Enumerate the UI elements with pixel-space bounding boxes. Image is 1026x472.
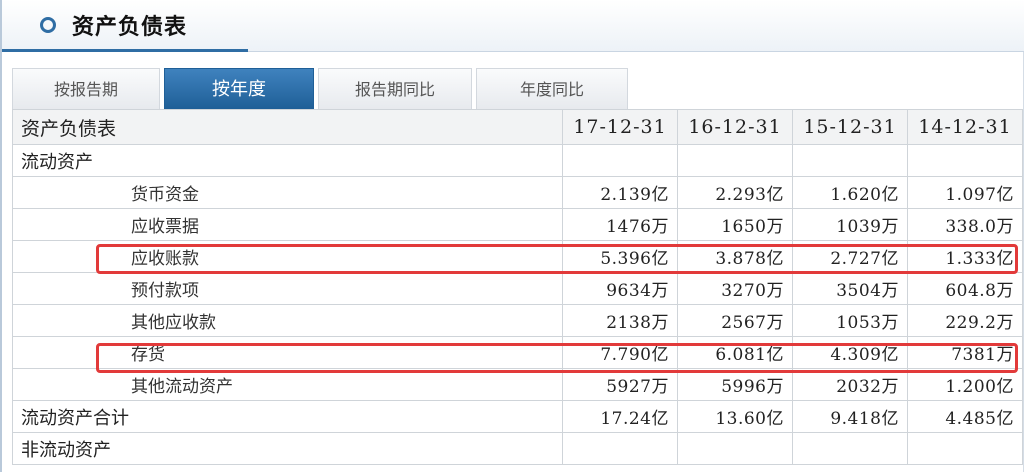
value-cell: 3270万 <box>677 272 793 305</box>
value-cell: 5.396亿 <box>562 240 678 273</box>
value-cell: 7381万 <box>907 336 1023 369</box>
title-underline <box>2 49 248 52</box>
header-label: 资产负债表 <box>12 109 563 145</box>
value-cell: 6.081亿 <box>677 336 793 369</box>
value-cell: 1650万 <box>677 208 793 241</box>
tab-by-report-period[interactable]: 按报告期 <box>12 68 160 109</box>
row-label: 存货 <box>12 336 563 369</box>
table-header-row: 资产负债表 17-12-31 16-12-31 15-12-31 14-12-3… <box>12 109 1023 145</box>
value-cell: 13.60亿 <box>677 400 793 433</box>
value-cell: 7.790亿 <box>562 336 678 369</box>
tab-report-period-yoy[interactable]: 报告期同比 <box>318 68 472 109</box>
value-cell <box>907 432 1023 465</box>
tab-annual-yoy[interactable]: 年度同比 <box>476 68 628 109</box>
value-cell: 4.485亿 <box>907 400 1023 433</box>
table-row: 流动资产合计 17.24亿 13.60亿 9.418亿 4.485亿 <box>12 400 1023 433</box>
value-cell: 2032万 <box>792 368 908 401</box>
table-row: 流动资产 <box>12 144 1023 177</box>
table-row: 应收票据 1476万 1650万 1039万 338.0万 <box>12 208 1023 241</box>
panel-title: 资产负债表 <box>72 14 188 40</box>
table-row: 其他应收款 2138万 2567万 1053万 229.2万 <box>12 304 1023 337</box>
value-cell <box>677 144 793 177</box>
balance-sheet-table: 资产负债表 17-12-31 16-12-31 15-12-31 14-12-3… <box>12 109 1023 465</box>
row-label: 应收票据 <box>12 208 563 241</box>
value-cell: 1039万 <box>792 208 908 241</box>
panel-header: 资产负债表 <box>2 0 1024 52</box>
value-cell: 5927万 <box>562 368 678 401</box>
header-date: 17-12-31 <box>562 109 678 145</box>
circle-icon <box>40 17 56 33</box>
value-cell: 2.139亿 <box>562 176 678 209</box>
table-row: 存货 7.790亿 6.081亿 4.309亿 7381万 <box>12 336 1023 369</box>
value-cell: 2567万 <box>677 304 793 337</box>
value-cell: 3.878亿 <box>677 240 793 273</box>
table-row: 应收账款 5.396亿 3.878亿 2.727亿 1.333亿 <box>12 240 1023 273</box>
tab-by-year[interactable]: 按年度 <box>164 68 314 109</box>
value-cell: 604.8万 <box>907 272 1023 305</box>
row-label: 预付款项 <box>12 272 563 305</box>
value-cell <box>562 432 678 465</box>
section-label: 流动资产 <box>12 144 563 177</box>
value-cell: 1.333亿 <box>907 240 1023 273</box>
value-cell: 2138万 <box>562 304 678 337</box>
value-cell: 3504万 <box>792 272 908 305</box>
table-row: 非流动资产 <box>12 432 1023 465</box>
value-cell: 1.200亿 <box>907 368 1023 401</box>
header-date: 15-12-31 <box>792 109 908 145</box>
value-cell: 1.620亿 <box>792 176 908 209</box>
table-row: 预付款项 9634万 3270万 3504万 604.8万 <box>12 272 1023 305</box>
value-cell <box>562 144 678 177</box>
row-label: 应收账款 <box>12 240 563 273</box>
value-cell: 2.727亿 <box>792 240 908 273</box>
table-row: 货币资金 2.139亿 2.293亿 1.620亿 1.097亿 <box>12 176 1023 209</box>
value-cell <box>792 144 908 177</box>
value-cell: 9.418亿 <box>792 400 908 433</box>
value-cell: 17.24亿 <box>562 400 678 433</box>
value-cell: 338.0万 <box>907 208 1023 241</box>
value-cell: 229.2万 <box>907 304 1023 337</box>
value-cell: 5996万 <box>677 368 793 401</box>
row-label: 货币资金 <box>12 176 563 209</box>
value-cell: 1476万 <box>562 208 678 241</box>
table-row: 其他流动资产 5927万 5996万 2032万 1.200亿 <box>12 368 1023 401</box>
row-label: 其他应收款 <box>12 304 563 337</box>
value-cell <box>792 432 908 465</box>
value-cell: 4.309亿 <box>792 336 908 369</box>
value-cell: 1.097亿 <box>907 176 1023 209</box>
value-cell: 9634万 <box>562 272 678 305</box>
section-label: 非流动资产 <box>12 432 563 465</box>
value-cell: 2.293亿 <box>677 176 793 209</box>
value-cell <box>907 144 1023 177</box>
value-cell: 1053万 <box>792 304 908 337</box>
header-date: 16-12-31 <box>677 109 793 145</box>
header-date: 14-12-31 <box>907 109 1023 145</box>
value-cell <box>677 432 793 465</box>
row-label: 其他流动资产 <box>12 368 563 401</box>
section-label: 流动资产合计 <box>12 400 563 433</box>
tab-bar: 按报告期 按年度 报告期同比 年度同比 <box>12 68 632 109</box>
